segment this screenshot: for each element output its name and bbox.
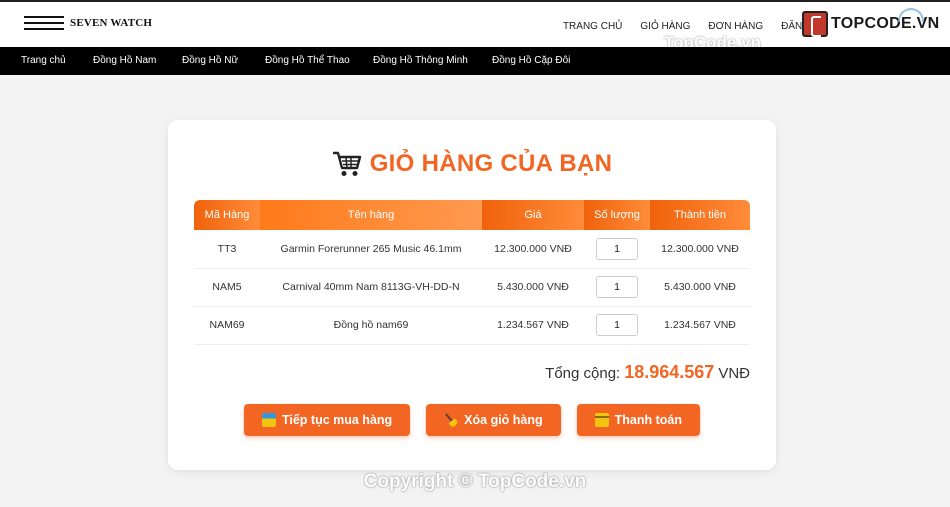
qty-cell <box>584 230 650 269</box>
top-nav: TRANG CHỦ GIỎ HÀNG ĐƠN HÀNG ĐĂNG <box>563 21 810 32</box>
item-price: 12.300.000 VNĐ <box>482 230 584 269</box>
item-name: Đồng hồ nam69 <box>260 306 482 345</box>
total-amount: 18.964.567 <box>624 362 715 382</box>
site-logo[interactable]: SEVEN WATCH <box>24 16 152 30</box>
cart-actions: Tiếp tục mua hàng Xóa giỏ hàng Thanh toá… <box>168 404 776 436</box>
cart-total: Tổng cộng: 18.964.567 VNĐ <box>545 362 750 383</box>
shop-icon <box>261 413 276 427</box>
quantity-input[interactable] <box>596 314 638 336</box>
cart-title: GIỎ HÀNG CỦA BẠN <box>168 150 776 178</box>
watermark-bottom: Copyright © TopCode.vn <box>363 471 587 492</box>
menu-item-sport[interactable]: Đồng Hồ Thể Thao <box>265 55 350 66</box>
topcode-logo: TOPCODE.VN <box>802 8 940 37</box>
table-row: TT3 Garmin Forerunner 265 Music 46.1mm 1… <box>194 230 750 269</box>
item-code: TT3 <box>194 230 260 269</box>
item-subtotal: 1.234.567 VNĐ <box>650 306 750 345</box>
menu-item-couple[interactable]: Đồng Hồ Cặp Đôi <box>492 55 570 66</box>
topcode-mark-icon <box>802 11 828 37</box>
checkout-button[interactable]: Thanh toán <box>576 404 701 436</box>
page-title: GIỎ HÀNG CỦA BẠN <box>369 150 613 177</box>
header: SEVEN WATCH TRANG CHỦ GIỎ HÀNG ĐƠN HÀNG … <box>0 2 950 47</box>
globe-arc-icon <box>898 8 924 22</box>
item-name: Garmin Forerunner 265 Music 46.1mm <box>260 230 482 269</box>
total-label: Tổng cộng: <box>545 365 621 382</box>
clear-cart-label: Xóa giỏ hàng <box>464 413 543 427</box>
col-price: Giá <box>482 200 584 230</box>
nav-orders[interactable]: ĐƠN HÀNG <box>708 21 763 32</box>
item-code: NAM69 <box>194 306 260 345</box>
table-row: NAM5 Carnival 40mm Nam 8113G-VH-DD-N 5.4… <box>194 268 750 307</box>
col-qty: Số lượng <box>584 200 650 230</box>
broom-icon <box>441 410 461 430</box>
nav-home[interactable]: TRANG CHỦ <box>563 21 622 32</box>
continue-shopping-label: Tiếp tục mua hàng <box>281 413 393 427</box>
credit-card-icon <box>594 413 609 427</box>
continue-shopping-button[interactable]: Tiếp tục mua hàng <box>243 404 411 436</box>
quantity-input[interactable] <box>596 276 638 298</box>
qty-cell <box>584 268 650 307</box>
menu-item-women[interactable]: Đồng Hồ Nữ <box>182 55 238 66</box>
item-price: 5.430.000 VNĐ <box>482 268 584 307</box>
menu-icon[interactable] <box>24 16 64 30</box>
item-code: NAM5 <box>194 268 260 307</box>
quantity-input[interactable] <box>596 237 638 260</box>
item-name: Carnival 40mm Nam 8113G-VH-DD-N <box>260 268 482 307</box>
table-row: NAM69 Đồng hồ nam69 1.234.567 VNĐ 1.234.… <box>194 306 750 345</box>
shopping-cart-icon <box>332 151 361 176</box>
total-currency: VNĐ <box>718 365 750 382</box>
col-code: Mã Hàng <box>194 200 260 230</box>
cart-table: Mã Hàng Tên hàng Giá Số lượng Thành tiền… <box>194 200 750 345</box>
item-subtotal: 12.300.000 VNĐ <box>650 230 750 269</box>
nav-cart[interactable]: GIỎ HÀNG <box>640 21 690 32</box>
logo-text: SEVEN WATCH <box>70 17 153 29</box>
qty-cell <box>584 306 650 345</box>
col-subtotal: Thành tiền <box>650 200 750 230</box>
item-subtotal: 5.430.000 VNĐ <box>650 268 750 307</box>
menu-item-men[interactable]: Đồng Hồ Nam <box>93 55 156 66</box>
item-price: 1.234.567 VNĐ <box>482 306 584 345</box>
category-menu: Trang chủ Đồng Hồ Nam Đồng Hồ Nữ Đồng Hồ… <box>0 47 950 75</box>
menu-item-home[interactable]: Trang chủ <box>21 55 66 66</box>
cart-card: GIỎ HÀNG CỦA BẠN Mã Hàng Tên hàng Giá Số… <box>168 120 776 470</box>
clear-cart-button[interactable]: Xóa giỏ hàng <box>426 404 561 436</box>
col-name: Tên hàng <box>260 200 482 230</box>
checkout-label: Thanh toán <box>614 413 683 427</box>
menu-item-smart[interactable]: Đồng Hồ Thông Minh <box>373 55 468 66</box>
